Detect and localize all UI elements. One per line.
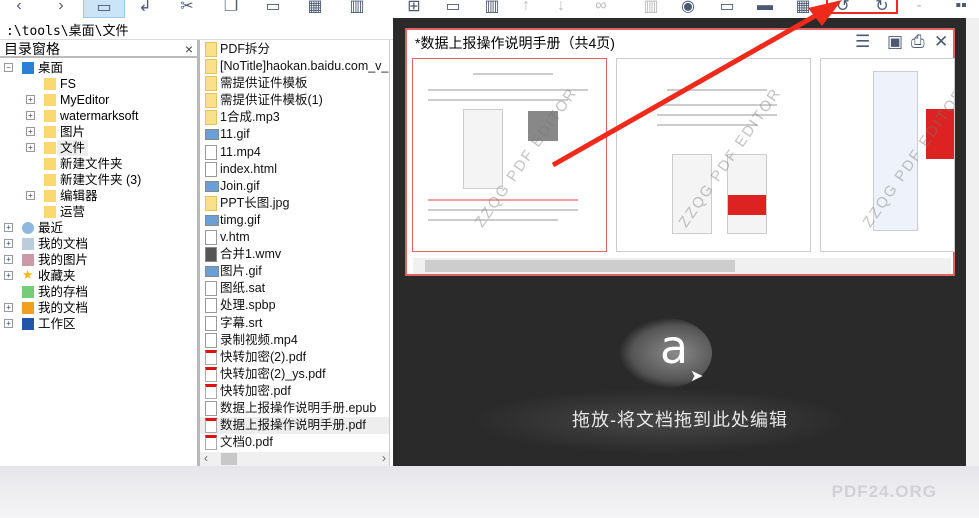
brand-logo: PDF24.ORG	[831, 482, 937, 501]
annotation-arrow	[551, 0, 842, 168]
drop-hint: 拖放-将文档拖到此处编辑	[572, 410, 788, 430]
mouse-cursor-icon: ➤	[690, 368, 704, 385]
status-bar: PDF24.ORG	[0, 466, 979, 518]
